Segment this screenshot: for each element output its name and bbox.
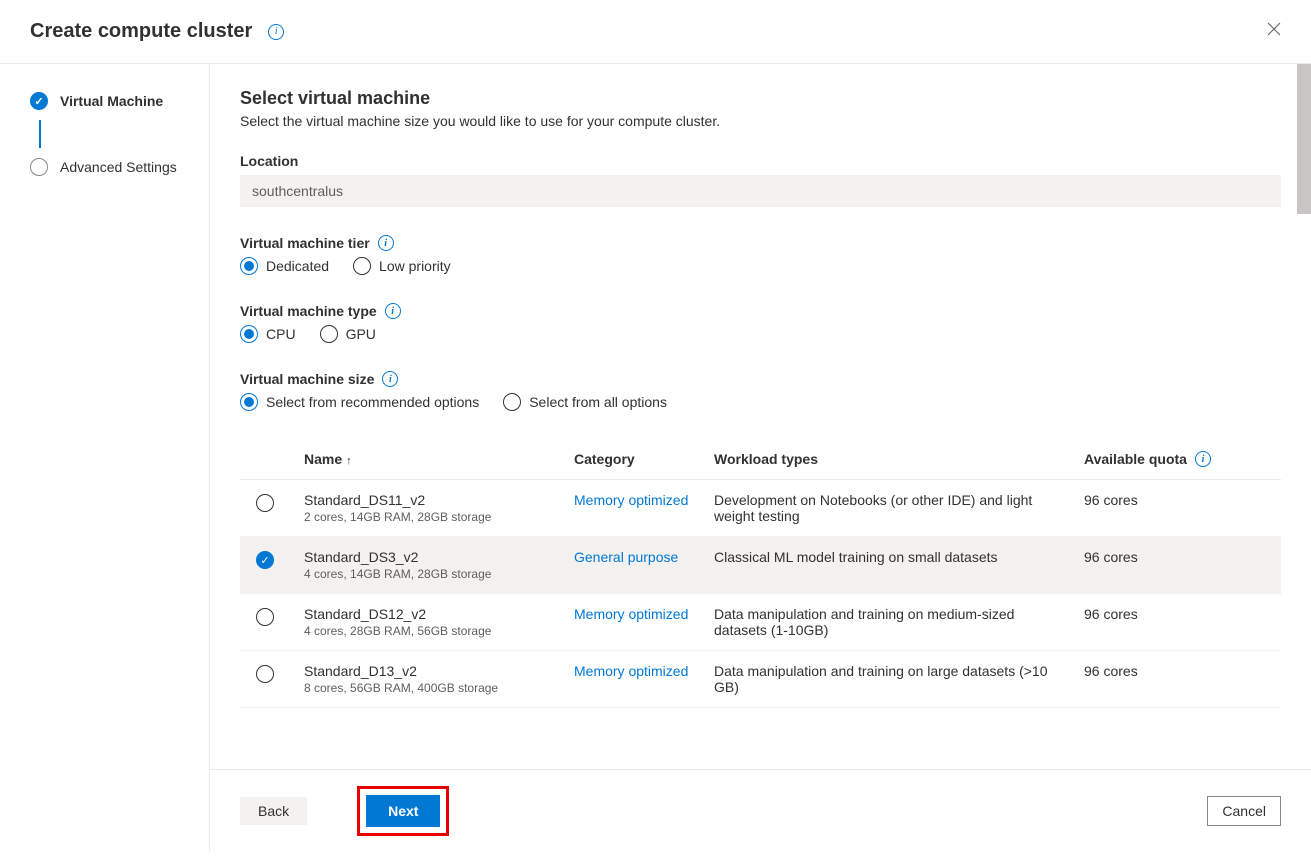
radio-low-priority[interactable]: Low priority: [353, 257, 451, 275]
vm-name: Standard_D13_v2: [304, 663, 574, 679]
info-icon[interactable]: i: [382, 371, 398, 387]
table-row[interactable]: ✓ Standard_DS3_v2 4 cores, 14GB RAM, 28GB …: [240, 537, 1281, 594]
step-connector: [39, 120, 41, 148]
type-label: Virtual machine type i: [240, 303, 1281, 319]
step-virtual-machine[interactable]: ✓ Virtual Machine: [0, 88, 209, 114]
quota-text: 96 cores: [1084, 492, 1265, 508]
quota-text: 96 cores: [1084, 549, 1265, 565]
category-link[interactable]: Memory optimized: [574, 492, 688, 508]
info-icon[interactable]: i: [268, 24, 284, 40]
workload-text: Classical ML model training on small dat…: [714, 549, 1084, 565]
vm-name: Standard_DS3_v2: [304, 549, 574, 565]
info-icon[interactable]: i: [385, 303, 401, 319]
table-row[interactable]: Standard_DS12_v2 4 cores, 28GB RAM, 56GB …: [240, 594, 1281, 651]
col-header-name[interactable]: Name↑: [304, 451, 574, 467]
row-select-icon[interactable]: ✓: [256, 551, 274, 569]
back-button[interactable]: Back: [240, 797, 307, 825]
check-icon: ✓: [30, 92, 48, 110]
table-row[interactable]: Standard_DS11_v2 2 cores, 14GB RAM, 28GB …: [240, 480, 1281, 537]
highlight-box: Next: [357, 786, 449, 836]
section-heading: Select virtual machine: [240, 88, 1281, 109]
category-link[interactable]: Memory optimized: [574, 663, 688, 679]
vm-size-table: Name↑ Category Workload types Available …: [240, 439, 1281, 708]
radio-gpu[interactable]: GPU: [320, 325, 376, 343]
vm-spec: 4 cores, 14GB RAM, 28GB storage: [304, 567, 574, 581]
info-icon[interactable]: i: [1195, 451, 1211, 467]
vm-name: Standard_DS12_v2: [304, 606, 574, 622]
col-header-quota[interactable]: Available quota i: [1084, 451, 1265, 467]
radio-dedicated[interactable]: Dedicated: [240, 257, 329, 275]
category-link[interactable]: General purpose: [574, 549, 678, 565]
location-value: southcentralus: [240, 175, 1281, 207]
workload-text: Data manipulation and training on large …: [714, 663, 1084, 695]
row-select-icon[interactable]: [256, 665, 274, 683]
scrollbar[interactable]: [1297, 64, 1311, 214]
sort-asc-icon: ↑: [346, 455, 352, 467]
section-subtitle: Select the virtual machine size you woul…: [240, 113, 1281, 129]
size-label: Virtual machine size i: [240, 371, 1281, 387]
col-header-category[interactable]: Category: [574, 451, 714, 467]
col-header-workload[interactable]: Workload types: [714, 451, 1084, 467]
dialog-footer: Back Next Cancel: [210, 769, 1311, 852]
close-icon[interactable]: [1267, 22, 1281, 41]
tier-label: Virtual machine tier i: [240, 235, 1281, 251]
wizard-sidebar: ✓ Virtual Machine Advanced Settings: [0, 64, 210, 852]
row-select-icon[interactable]: [256, 494, 274, 512]
workload-text: Data manipulation and training on medium…: [714, 606, 1084, 638]
row-select-icon[interactable]: [256, 608, 274, 626]
circle-icon: [30, 158, 48, 176]
radio-all-options[interactable]: Select from all options: [503, 393, 667, 411]
info-icon[interactable]: i: [378, 235, 394, 251]
step-label: Advanced Settings: [60, 159, 177, 175]
quota-text: 96 cores: [1084, 663, 1265, 679]
next-button[interactable]: Next: [366, 795, 440, 827]
vm-spec: 2 cores, 14GB RAM, 28GB storage: [304, 510, 574, 524]
cancel-button[interactable]: Cancel: [1207, 796, 1281, 826]
radio-cpu[interactable]: CPU: [240, 325, 296, 343]
category-link[interactable]: Memory optimized: [574, 606, 688, 622]
dialog-header: Create compute cluster i: [0, 0, 1311, 64]
radio-recommended[interactable]: Select from recommended options: [240, 393, 479, 411]
vm-spec: 4 cores, 28GB RAM, 56GB storage: [304, 624, 574, 638]
workload-text: Development on Notebooks (or other IDE) …: [714, 492, 1084, 524]
page-title: Create compute cluster: [30, 20, 252, 43]
vm-name: Standard_DS11_v2: [304, 492, 574, 508]
quota-text: 96 cores: [1084, 606, 1265, 622]
location-label: Location: [240, 153, 1281, 169]
step-label: Virtual Machine: [60, 93, 163, 109]
table-row[interactable]: Standard_D13_v2 8 cores, 56GB RAM, 400GB …: [240, 651, 1281, 708]
step-advanced-settings[interactable]: Advanced Settings: [0, 154, 209, 180]
vm-spec: 8 cores, 56GB RAM, 400GB storage: [304, 681, 574, 695]
